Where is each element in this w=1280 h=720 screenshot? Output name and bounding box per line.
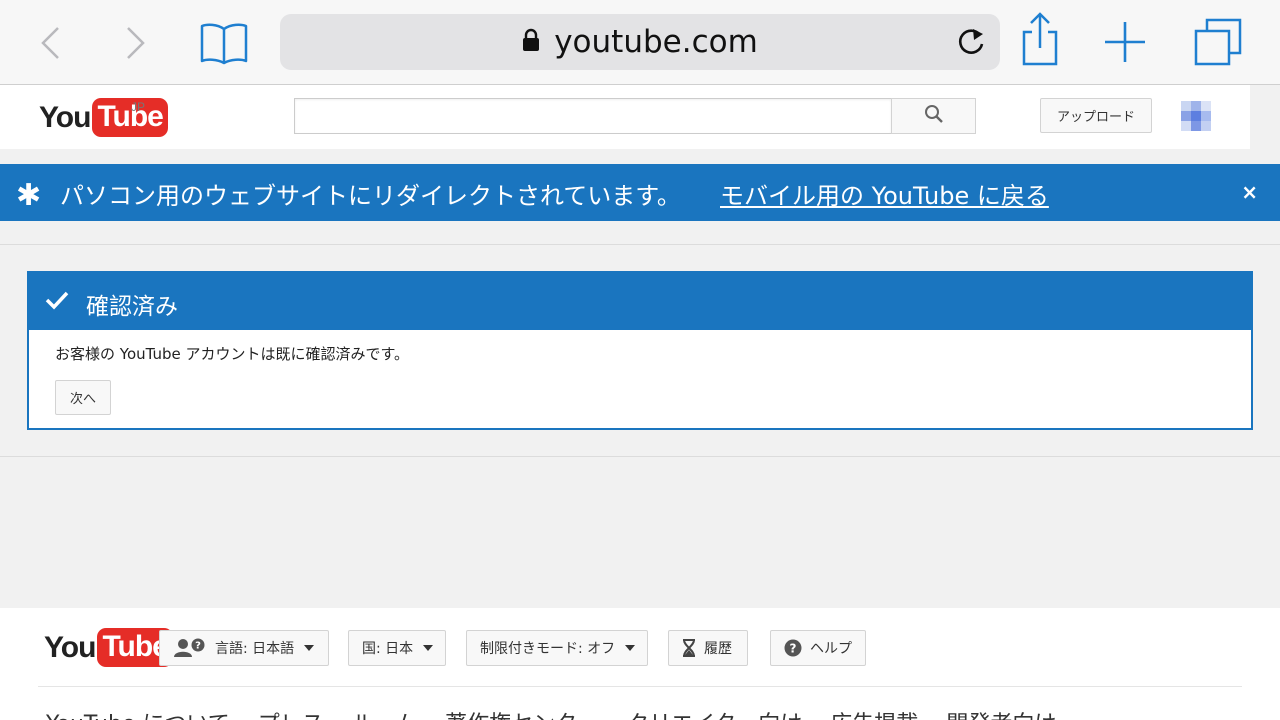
footer: You Tube ? 言語: 日本語 国: 日本 制限付きモード: オフ 履歴 … (0, 608, 1280, 720)
logo-region-label: JP (131, 100, 146, 114)
browser-toolbar: youtube.com (0, 0, 1280, 85)
language-icon: ? (173, 638, 207, 658)
forward-icon[interactable] (122, 24, 150, 62)
card-message: お客様の YouTube アカウントは既に確認済みです。 (55, 345, 410, 363)
svg-text:?: ? (790, 642, 797, 656)
history-label: 履歴 (704, 641, 732, 657)
share-icon[interactable] (1018, 12, 1062, 68)
search-input[interactable] (294, 98, 892, 134)
footer-logo-you-text: You (44, 630, 96, 664)
card-title: 確認済み (86, 294, 178, 320)
next-button[interactable]: 次へ (55, 380, 111, 415)
search-button[interactable] (891, 98, 976, 134)
hourglass-icon (682, 639, 696, 657)
footer-link[interactable]: 広告掲載 (830, 706, 918, 720)
asterisk-icon: ✱ (16, 178, 42, 213)
footer-link[interactable]: クリエイター向け (627, 706, 802, 720)
banner-message: パソコン用のウェブサイトにリダイレクトされています。 (60, 182, 681, 210)
footer-link[interactable]: プレス (258, 706, 324, 720)
upload-button[interactable]: アップロード (1040, 98, 1152, 133)
url-text: youtube.com (554, 24, 758, 60)
help-label: ヘルプ (810, 641, 852, 657)
footer-link[interactable]: YouTube について (46, 706, 230, 720)
logo-you-text: You (39, 100, 91, 134)
footer-link[interactable]: ルーム (352, 706, 417, 720)
language-button[interactable]: ? 言語: 日本語 (159, 630, 329, 666)
footer-link[interactable]: 開発者向け (946, 706, 1056, 720)
address-bar[interactable]: youtube.com (280, 14, 1000, 70)
reload-icon[interactable] (956, 26, 986, 62)
chevron-down-icon (625, 645, 636, 651)
restricted-mode-button[interactable]: 制限付きモード: オフ (466, 630, 648, 666)
lock-icon (522, 24, 540, 60)
chevron-down-icon (423, 645, 434, 651)
back-icon[interactable] (36, 24, 64, 62)
new-tab-icon[interactable] (1103, 20, 1147, 64)
youtube-header: You Tube JP アップロード (0, 85, 1250, 149)
chevron-down-icon (304, 645, 315, 651)
tabs-icon[interactable] (1192, 16, 1244, 68)
avatar[interactable] (1175, 95, 1219, 139)
help-button[interactable]: ? ヘルプ (770, 630, 866, 666)
bookmarks-icon[interactable] (198, 20, 250, 66)
search-icon (924, 104, 944, 128)
verified-card: 確認済み お客様の YouTube アカウントは既に確認済みです。 次へ (27, 271, 1253, 430)
url-display[interactable]: youtube.com (280, 14, 1000, 70)
restricted-mode-label: 制限付きモード: オフ (480, 641, 616, 657)
footer-links: YouTube について プレス ルーム 著作権センター クリエイター向け 広告… (46, 706, 1056, 720)
footer-link[interactable]: 著作権センター (445, 706, 599, 720)
help-icon: ? (784, 639, 802, 657)
mobile-youtube-link[interactable]: モバイル用の YouTube に戻る (720, 176, 1049, 211)
redirect-banner: ✱ パソコン用のウェブサイトにリダイレクトされています。 モバイル用の YouT… (0, 164, 1280, 221)
footer-divider (38, 686, 1242, 687)
language-label: 言語: 日本語 (215, 641, 295, 657)
youtube-logo[interactable]: You Tube (39, 98, 168, 137)
card-header: 確認済み (29, 273, 1251, 330)
checkmark-icon (45, 290, 69, 314)
footer-youtube-logo[interactable]: You Tube (44, 628, 173, 667)
country-button[interactable]: 国: 日本 (348, 630, 446, 666)
svg-text:?: ? (195, 641, 201, 652)
country-label: 国: 日本 (362, 641, 414, 657)
history-button[interactable]: 履歴 (668, 630, 748, 666)
close-icon[interactable]: × (1241, 180, 1258, 204)
